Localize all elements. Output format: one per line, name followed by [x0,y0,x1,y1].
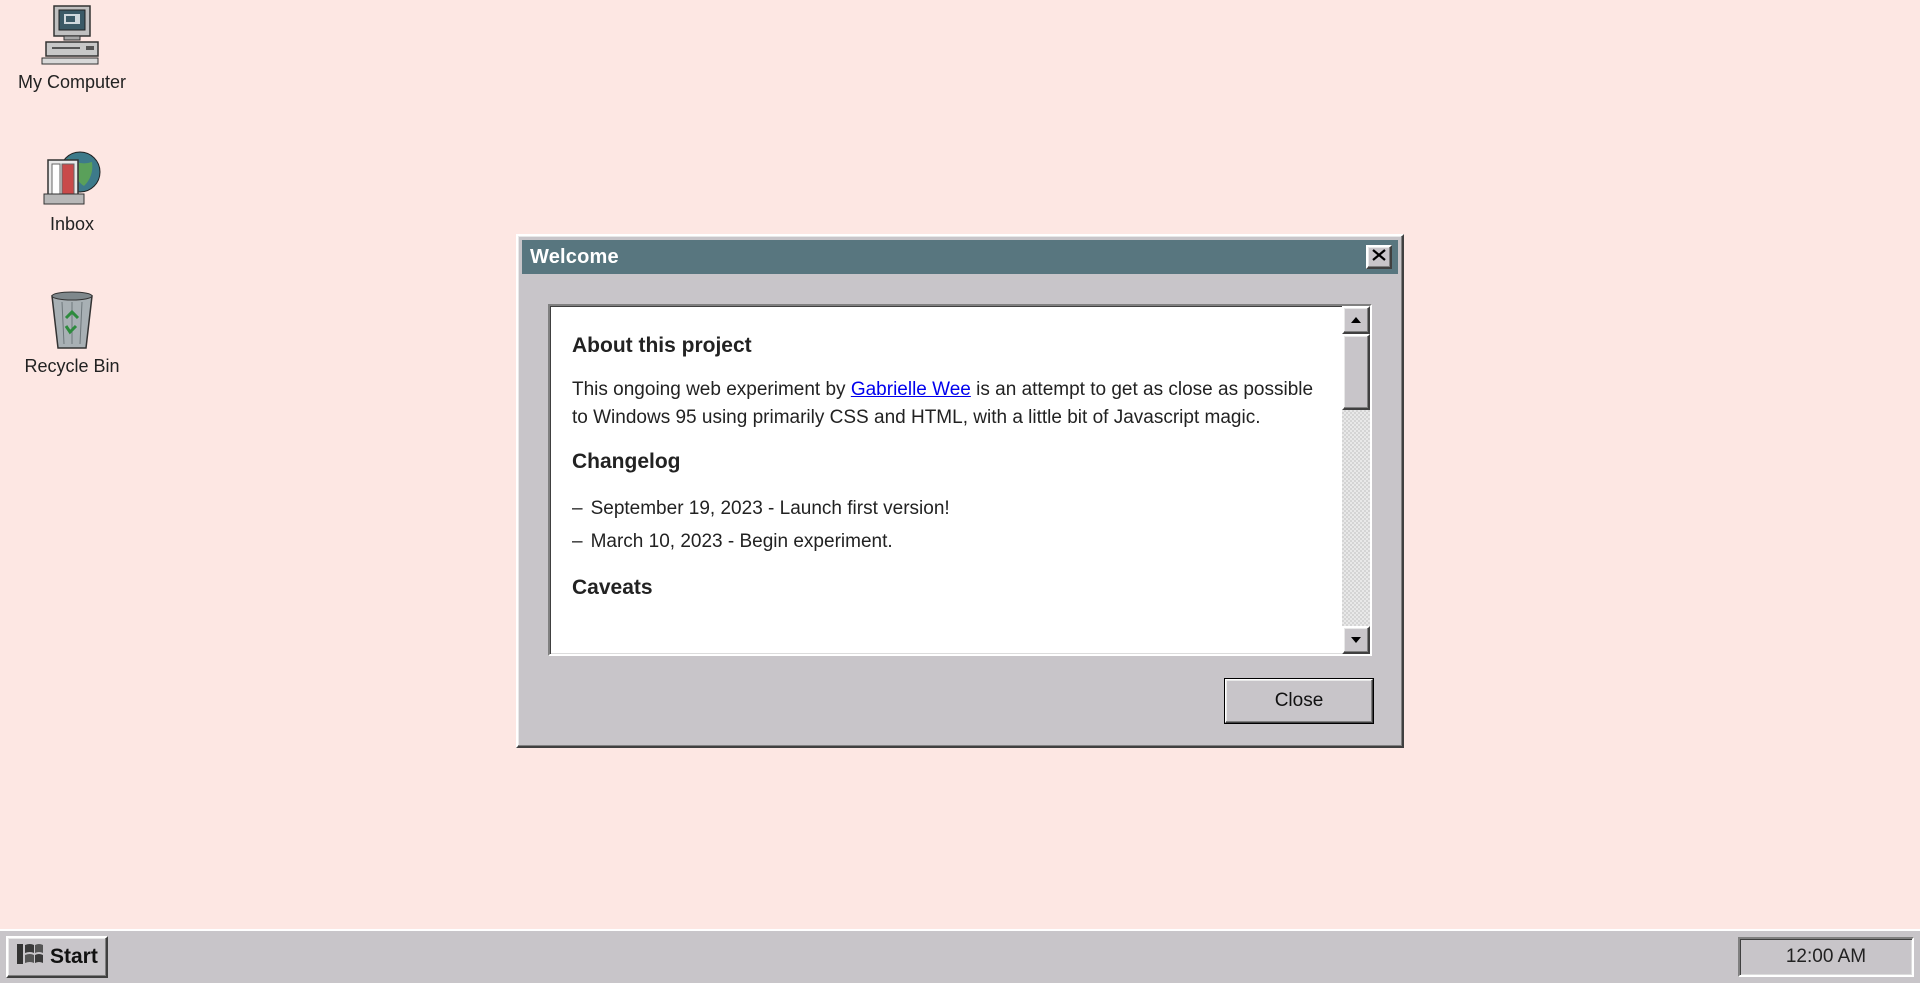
taskbar: Start 12:00 AM [0,929,1920,983]
desktop-icon-my-computer[interactable]: My Computer [2,4,142,93]
recycle-bin-icon [40,288,104,352]
scroll-down-button[interactable] [1342,626,1370,654]
author-link[interactable]: Gabrielle Wee [851,379,971,400]
changelog-item: March 10, 2023 - Begin experiment. [572,525,1322,558]
scroll-content[interactable]: About this project This ongoing web expe… [550,306,1342,654]
changelog-heading: Changelog [572,450,681,473]
title-close-button[interactable] [1366,245,1392,269]
changelog-list: September 19, 2023 - Launch first versio… [572,492,1322,558]
desktop-icon-recycle-bin[interactable]: Recycle Bin [2,288,142,377]
welcome-dialog: Welcome About this project This ongoing … [516,234,1404,748]
start-label: Start [50,945,98,968]
arrow-up-icon [1350,311,1362,329]
desktop-icon-inbox[interactable]: Inbox [2,146,142,235]
close-button[interactable]: Close [1224,678,1374,724]
about-heading: About this project [572,334,752,357]
desktop-icon-label: Inbox [49,214,95,234]
system-tray-clock[interactable]: 12:00 AM [1738,937,1914,977]
computer-icon [40,4,104,68]
scroll-thumb[interactable] [1342,334,1370,410]
inbox-icon [40,146,104,210]
scroll-up-button[interactable] [1342,306,1370,334]
desktop-icon-label: Recycle Bin [24,356,120,376]
windows-logo-icon [16,942,44,972]
dialog-title: Welcome [530,245,619,268]
content-pane: About this project This ongoing web expe… [548,304,1372,656]
arrow-down-icon [1350,631,1362,649]
about-text-before: This ongoing web experiment by [572,379,851,400]
vertical-scrollbar[interactable] [1342,306,1370,654]
changelog-item: September 19, 2023 - Launch first versio… [572,492,1322,525]
caveats-heading: Caveats [572,576,653,599]
title-bar[interactable]: Welcome [522,240,1398,274]
desktop-icon-label: My Computer [17,72,127,92]
close-icon [1372,248,1386,266]
start-button[interactable]: Start [6,936,108,978]
scroll-track[interactable] [1342,410,1370,626]
about-paragraph: This ongoing web experiment by Gabrielle… [572,376,1322,432]
clock-text: 12:00 AM [1785,946,1867,967]
